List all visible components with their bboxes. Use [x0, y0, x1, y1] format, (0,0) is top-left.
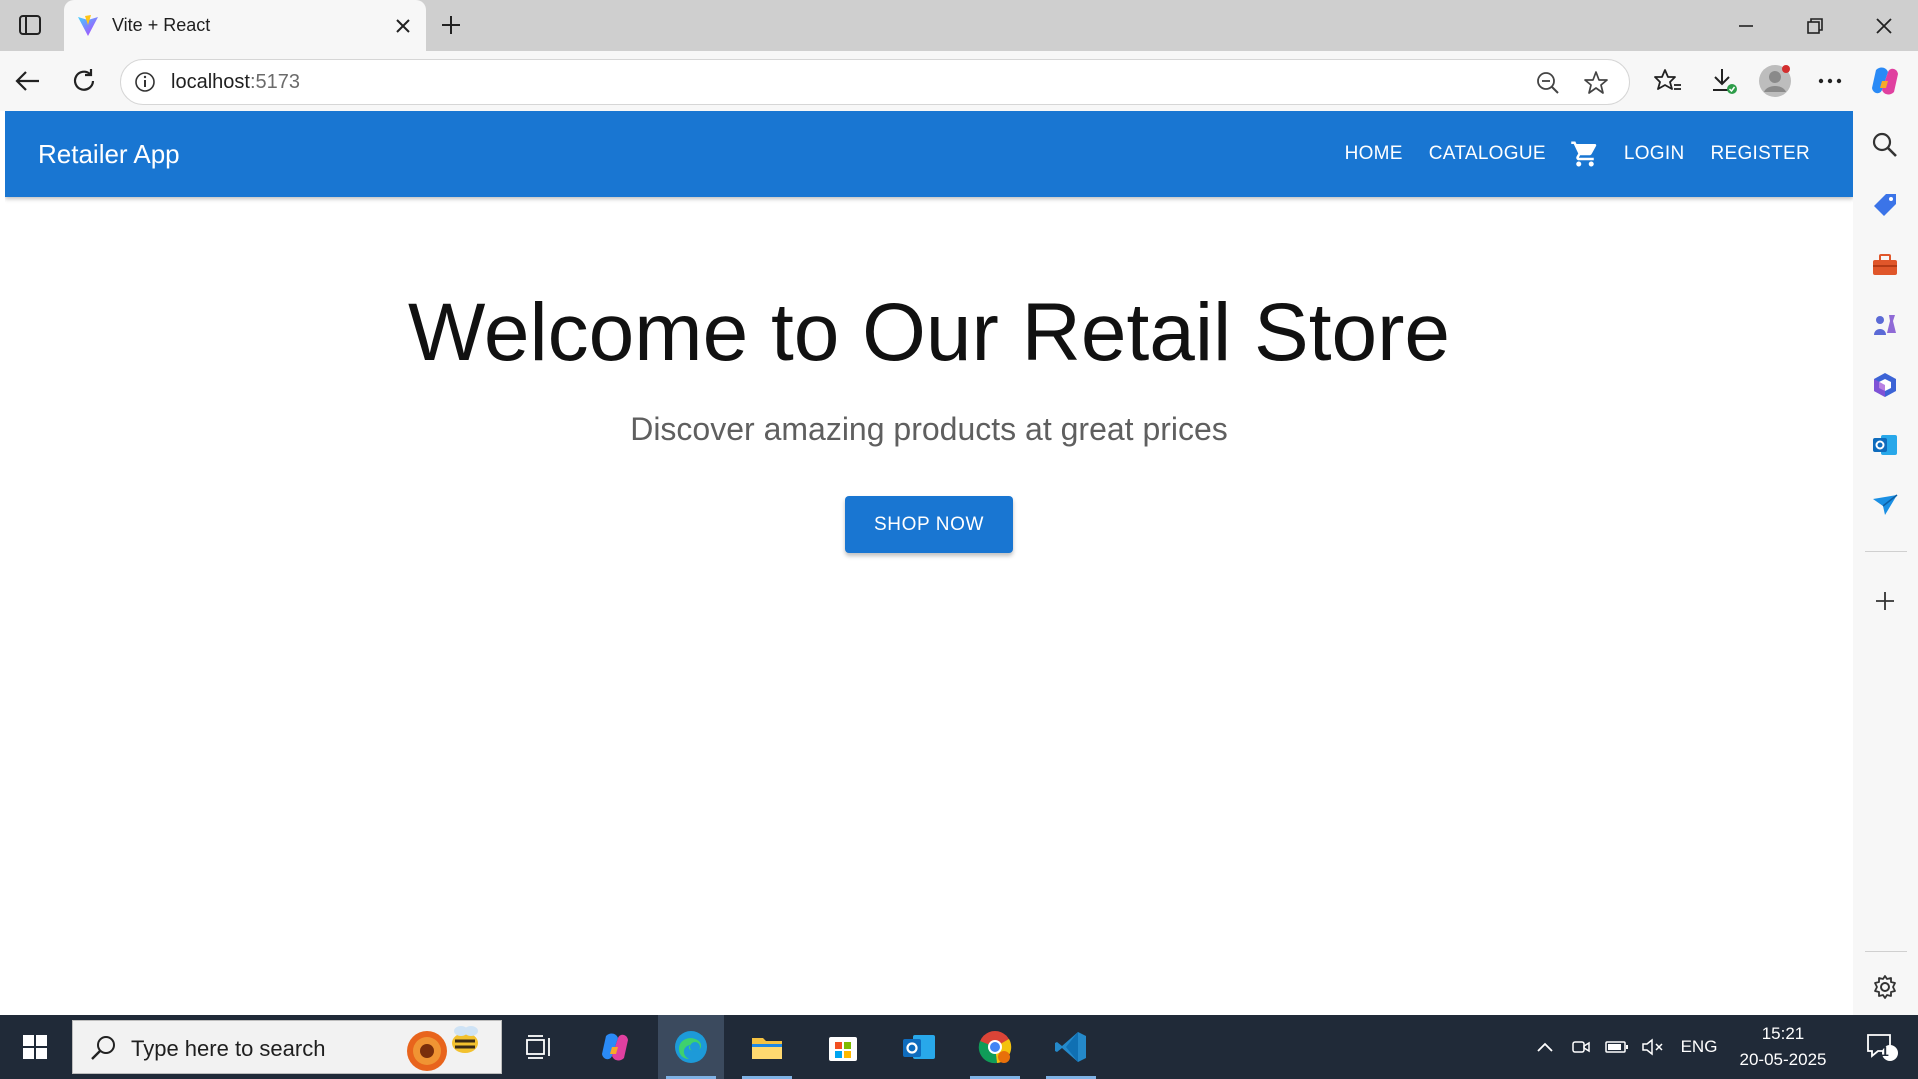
clock-time: 15:21: [1761, 1024, 1805, 1043]
copilot-taskbar-icon[interactable]: [582, 1015, 648, 1079]
url-text[interactable]: localhost:5173: [171, 71, 300, 94]
file-explorer-icon[interactable]: [734, 1015, 800, 1079]
browser-toolbar: localhost:5173: [0, 51, 1918, 111]
task-view-icon[interactable]: [506, 1015, 572, 1079]
chrome-taskbar-icon[interactable]: [962, 1015, 1028, 1079]
vscode-taskbar-icon[interactable]: [1038, 1015, 1104, 1079]
windows-start-icon[interactable]: [0, 1015, 70, 1079]
notification-center-icon[interactable]: 1: [1852, 1015, 1912, 1079]
taskbar-search-placeholder: Type here to search: [131, 1036, 326, 1061]
taskbar-search-icon: [91, 1036, 115, 1060]
nav-home[interactable]: HOME: [1332, 137, 1416, 171]
restore-icon[interactable]: [1780, 0, 1849, 51]
profile-avatar[interactable]: [1755, 61, 1795, 101]
hero-subtitle: Discover amazing products at great price…: [630, 411, 1228, 447]
microsoft-store-icon[interactable]: [810, 1015, 876, 1079]
minimize-icon[interactable]: [1711, 0, 1780, 51]
clock-date: 20-05-2025: [1739, 1050, 1827, 1069]
search-highlight-flower-icon: [407, 1026, 478, 1071]
volume-muted-icon[interactable]: [1636, 1015, 1670, 1079]
add-sidebar-app-icon[interactable]: [1865, 581, 1905, 621]
browser-tab[interactable]: Vite + React: [64, 0, 426, 51]
tab-strip: Vite + React: [0, 0, 1918, 51]
app-title[interactable]: Retailer App: [38, 139, 180, 170]
edge-taskbar-icon[interactable]: [658, 1015, 724, 1079]
shop-now-button[interactable]: SHOP NOW: [845, 496, 1013, 553]
tab-title: Vite + React: [112, 15, 211, 35]
favorite-star-icon[interactable]: [1581, 68, 1611, 98]
site-info-icon[interactable]: [131, 68, 159, 96]
address-bar[interactable]: localhost:5173: [120, 59, 1630, 105]
window-controls: [1711, 0, 1918, 51]
zoom-out-icon[interactable]: [1533, 68, 1563, 98]
outlook-taskbar-icon[interactable]: [886, 1015, 952, 1079]
meet-now-icon[interactable]: [1566, 1015, 1596, 1079]
more-options-icon[interactable]: [1810, 61, 1850, 101]
main-nav: HOME CATALOGUE LOGIN REGISTER: [1332, 111, 1823, 197]
sidebar-divider: [1865, 551, 1907, 552]
back-icon[interactable]: [8, 61, 48, 101]
windows-taskbar: Type here to search ENG 15:21 20-05-2025…: [0, 1015, 1918, 1079]
hero-title: Welcome to Our Retail Store: [407, 287, 1451, 378]
taskbar-search[interactable]: Type here to search: [72, 1020, 502, 1074]
vite-favicon-icon: [78, 14, 98, 36]
sidebar-search-icon[interactable]: [1865, 125, 1905, 165]
favorites-icon[interactable]: [1648, 61, 1688, 101]
system-clock[interactable]: 15:21 20-05-2025: [1733, 1021, 1833, 1073]
shopping-tag-icon[interactable]: [1865, 185, 1905, 225]
notification-count: 1: [1881, 1043, 1889, 1059]
send-plane-icon[interactable]: [1865, 485, 1905, 525]
sidebar-divider-bottom: [1865, 951, 1907, 952]
nav-login[interactable]: LOGIN: [1611, 137, 1698, 171]
edge-sidebar: [1853, 111, 1918, 1015]
language-indicator[interactable]: ENG: [1674, 1015, 1724, 1079]
copilot-icon[interactable]: [1865, 61, 1905, 101]
close-window-icon[interactable]: [1849, 0, 1918, 51]
new-tab-icon[interactable]: [436, 10, 466, 40]
tab-actions-icon[interactable]: [12, 10, 48, 40]
page-viewport: Retailer App HOME CATALOGUE LOGIN REGIST…: [5, 111, 1853, 1015]
nav-register[interactable]: REGISTER: [1697, 137, 1823, 171]
tools-briefcase-icon[interactable]: [1865, 245, 1905, 285]
games-chess-icon[interactable]: [1865, 305, 1905, 345]
sidebar-settings-icon[interactable]: [1865, 967, 1905, 1007]
url-port: :5173: [249, 71, 300, 93]
downloads-icon[interactable]: [1704, 61, 1744, 101]
url-host: localhost: [171, 71, 250, 93]
microsoft-365-icon[interactable]: [1865, 365, 1905, 405]
cart-icon[interactable]: [1565, 134, 1605, 174]
app-header: Retailer App HOME CATALOGUE LOGIN REGIST…: [5, 111, 1853, 197]
nav-catalogue[interactable]: CATALOGUE: [1416, 137, 1559, 171]
show-hidden-icons-chevron-icon[interactable]: [1528, 1015, 1562, 1079]
battery-icon[interactable]: [1600, 1015, 1634, 1079]
close-tab-icon[interactable]: [388, 11, 418, 41]
refresh-icon[interactable]: [64, 61, 104, 101]
outlook-icon[interactable]: [1865, 425, 1905, 465]
